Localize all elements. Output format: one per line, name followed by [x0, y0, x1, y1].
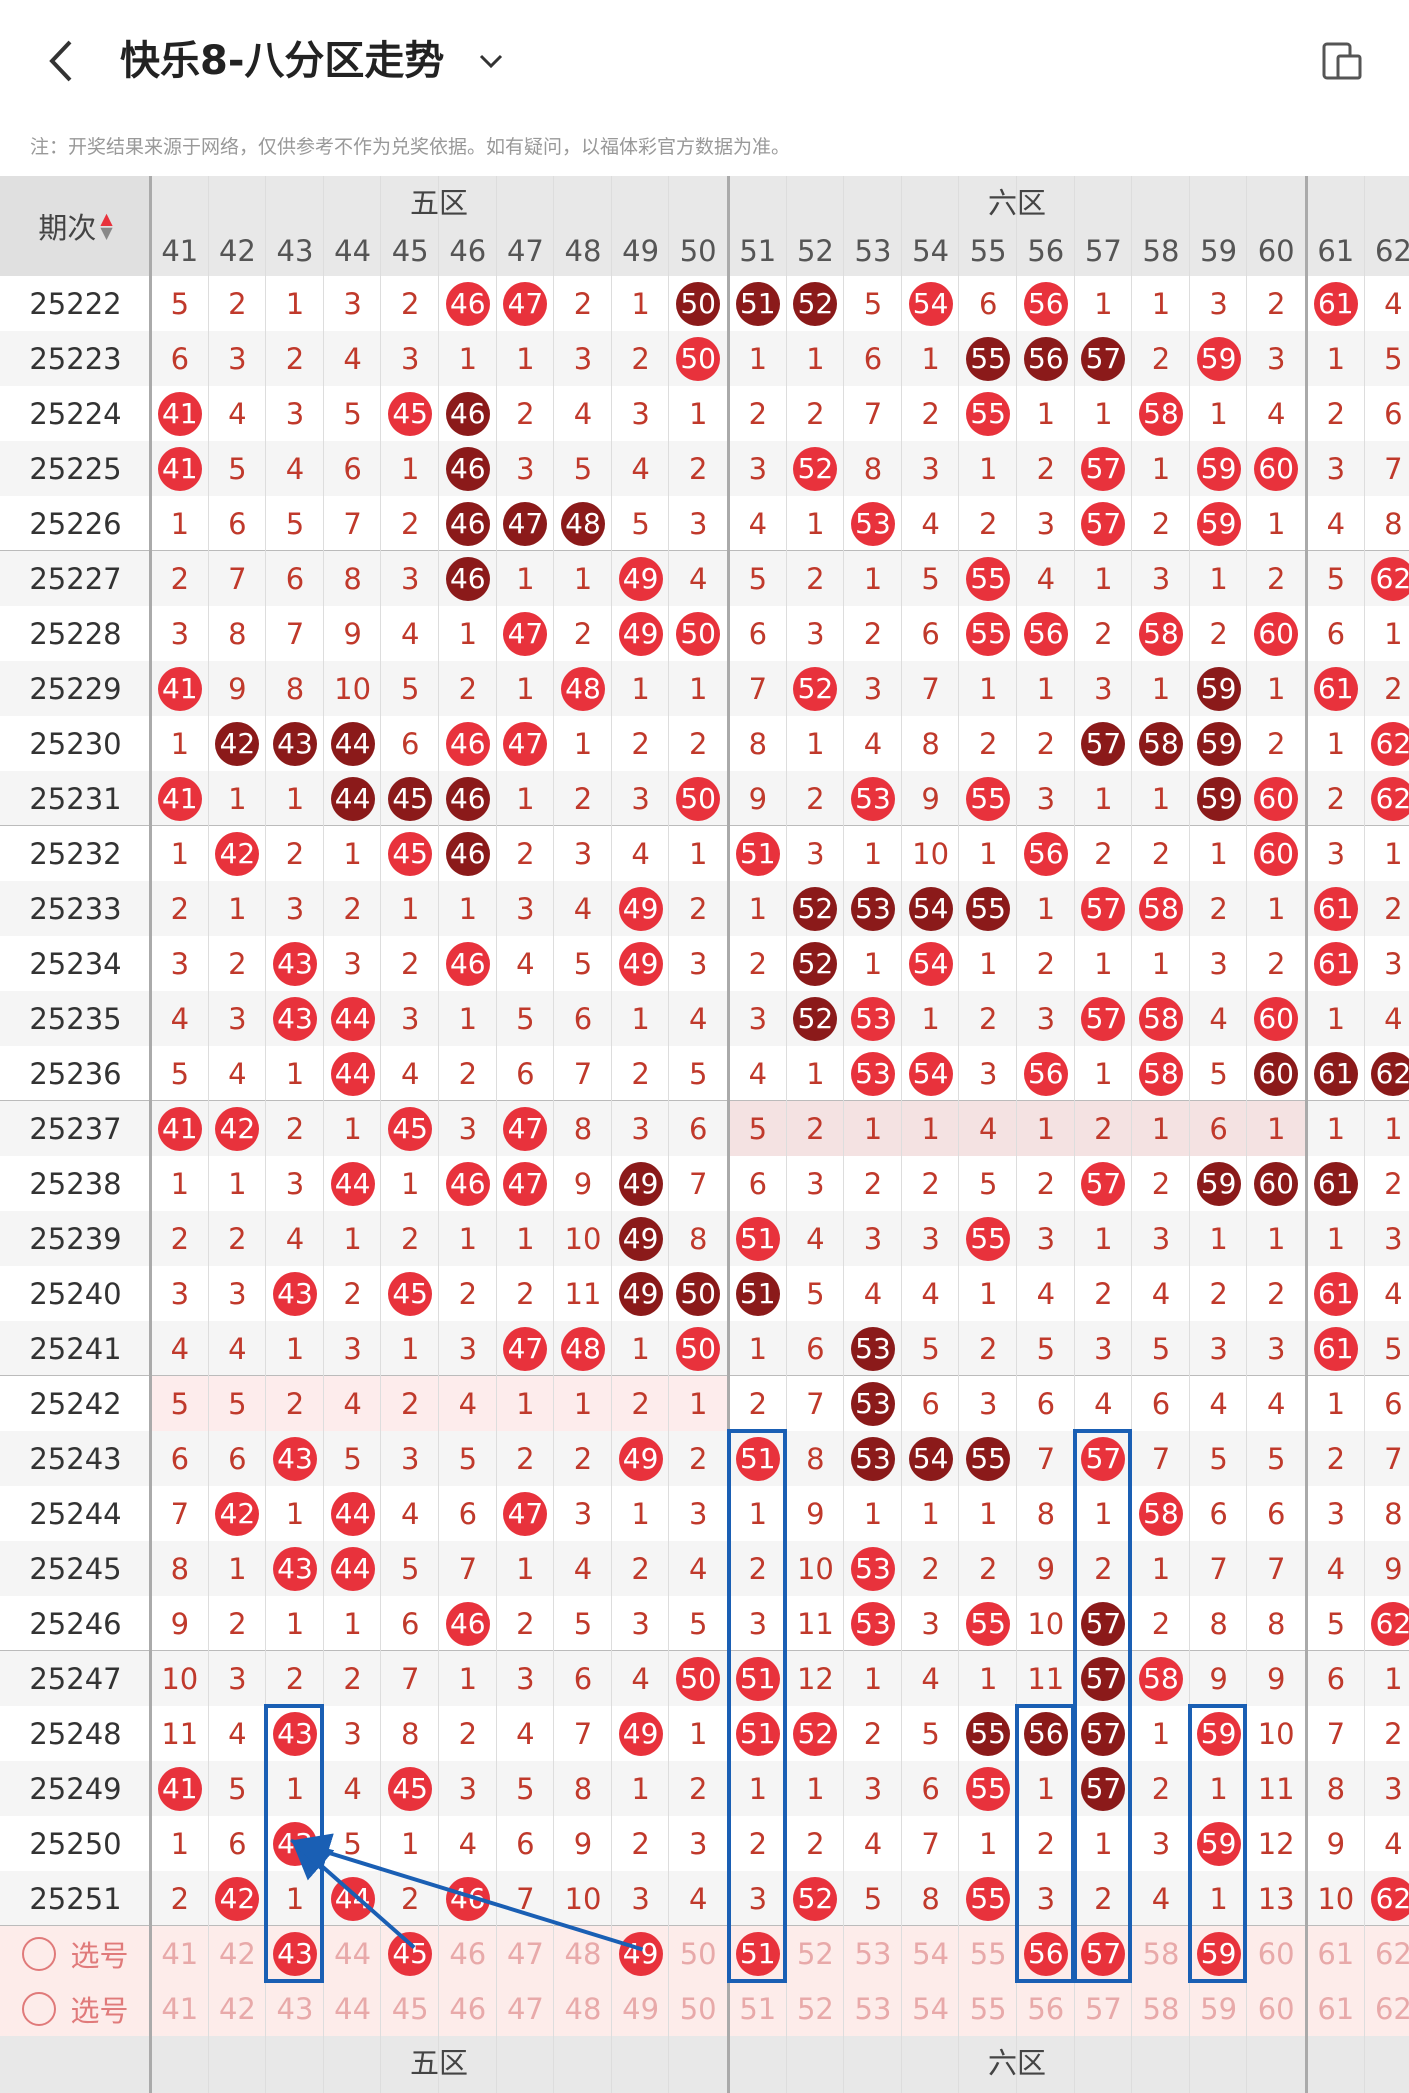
page-title: 快乐8-八分区走势 [120, 38, 445, 84]
top-bar: 快乐8-八分区走势 [0, 0, 1409, 120]
pattern-arrow-lines [289, 1833, 644, 1952]
disclaimer-note: 注：开奖结果来源于网络，仅供参考不作为兑奖依据。如有疑问，以福体彩官方数据为准。 [30, 136, 791, 158]
trend-table: 期次 ▲ ▼ 五区 六区 41 42 43 44 45 46 47 48 49 50 51 52 53 54 55 56… [0, 176, 1409, 2093]
chevron-down-icon[interactable] [478, 48, 504, 72]
pattern-arrow [290, 1838, 416, 1950]
device-switch-icon[interactable] [1320, 40, 1364, 82]
back-arrow-icon[interactable] [40, 36, 80, 86]
